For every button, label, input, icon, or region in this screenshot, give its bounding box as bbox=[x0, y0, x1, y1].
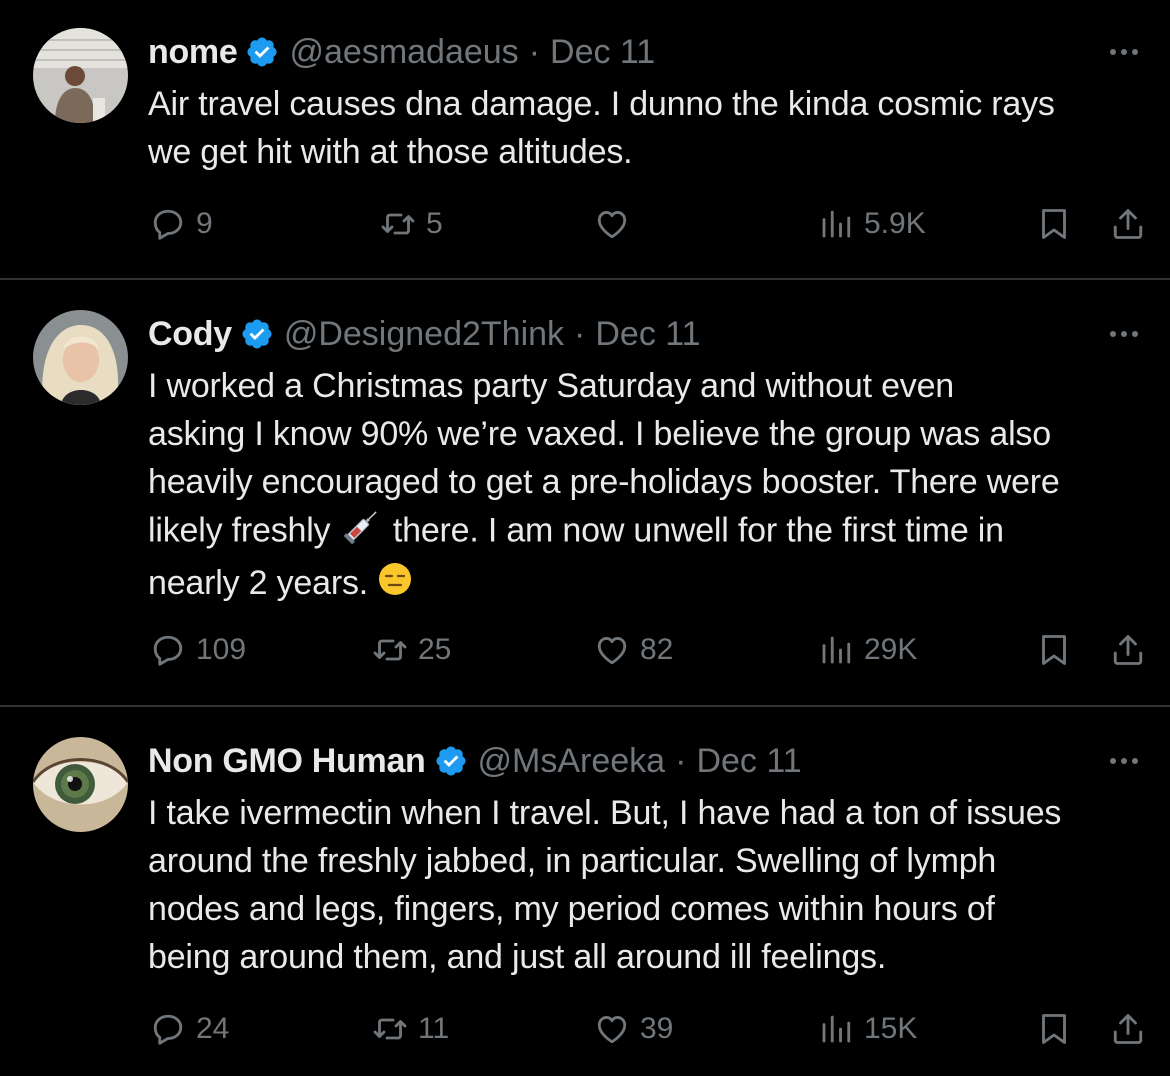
reply-count: 24 bbox=[196, 1012, 230, 1045]
avatar[interactable] bbox=[33, 737, 128, 832]
retweet-count: 5 bbox=[426, 207, 443, 240]
tweet-text-line: around the freshly jabbed, in particular… bbox=[148, 842, 997, 880]
view-count: 5.9K bbox=[864, 207, 926, 240]
view-count: 29K bbox=[864, 633, 918, 666]
bookmark-icon bbox=[1036, 206, 1072, 242]
tweet-header: nome @aesmadaeus · Dec 11 bbox=[148, 32, 655, 72]
display-name[interactable]: nome bbox=[148, 33, 238, 72]
user-handle[interactable]: @Designed2Think bbox=[284, 315, 564, 354]
tweet-date[interactable]: Dec 11 bbox=[595, 315, 700, 354]
views-icon bbox=[818, 632, 854, 668]
reply-button[interactable]: 109 bbox=[150, 632, 246, 668]
like-button[interactable]: 82 bbox=[594, 632, 673, 668]
separator-dot: · bbox=[528, 32, 541, 71]
like-count: 39 bbox=[640, 1012, 674, 1045]
tweet-text-fragment: there. I am now unwell for the first tim… bbox=[392, 511, 1004, 550]
like-button[interactable]: 39 bbox=[594, 1011, 673, 1047]
more-icon[interactable] bbox=[1110, 42, 1146, 62]
tweet-actions: 9 5 5.9K bbox=[0, 206, 1170, 250]
tweet-header: Cody @Designed2Think · Dec 11 bbox=[148, 314, 701, 354]
views-button[interactable]: 15K bbox=[818, 1011, 917, 1047]
tweet-text-fragment: likely freshly bbox=[148, 511, 331, 550]
tweet-actions: 24 11 39 15K bbox=[0, 1011, 1170, 1055]
bookmark-button[interactable] bbox=[1036, 1011, 1072, 1047]
tweet-text: Air travel causes dna damage. I dunno th… bbox=[148, 80, 1158, 176]
bookmark-icon bbox=[1036, 1011, 1072, 1047]
retweet-button[interactable]: 25 bbox=[372, 632, 451, 668]
tweet-text-fragment: nearly 2 years. bbox=[148, 564, 368, 602]
tweet-text-line: heavily encouraged to get a pre-holidays… bbox=[148, 463, 1060, 501]
bookmark-icon bbox=[1036, 632, 1072, 668]
tweet-text-line: I worked a Christmas party Saturday and … bbox=[148, 367, 954, 405]
view-count: 15K bbox=[864, 1012, 918, 1045]
like-count: 82 bbox=[640, 633, 674, 666]
tweet-date[interactable]: Dec 11 bbox=[696, 742, 801, 781]
retweet-icon bbox=[372, 1011, 408, 1047]
share-button[interactable] bbox=[1110, 632, 1146, 668]
reply-count: 9 bbox=[196, 207, 213, 240]
heart-icon bbox=[594, 206, 630, 242]
views-icon bbox=[818, 206, 854, 242]
tweet-text-line: asking I know 90% we’re vaxed. I believe… bbox=[148, 415, 1051, 453]
separator-dot: · bbox=[675, 741, 687, 780]
verified-badge-icon bbox=[434, 744, 468, 778]
reply-count: 109 bbox=[196, 633, 247, 666]
retweet-button[interactable]: 5 bbox=[380, 206, 443, 242]
tweet-text-line: I take ivermectin when I travel. But, I … bbox=[148, 794, 1062, 832]
more-icon[interactable] bbox=[1110, 751, 1146, 771]
verified-badge-icon bbox=[245, 35, 279, 69]
reply-icon bbox=[150, 1011, 186, 1047]
views-button[interactable]: 5.9K bbox=[818, 206, 926, 242]
bookmark-button[interactable] bbox=[1036, 632, 1072, 668]
views-button[interactable]: 29K bbox=[818, 632, 917, 668]
retweet-count: 11 bbox=[418, 1012, 450, 1045]
share-icon bbox=[1110, 206, 1146, 242]
share-button[interactable] bbox=[1110, 1011, 1146, 1047]
bookmark-button[interactable] bbox=[1036, 206, 1072, 242]
more-icon[interactable] bbox=[1110, 324, 1146, 344]
tweet-text-line: nearly 2 years. bbox=[148, 559, 1158, 610]
heart-icon bbox=[594, 632, 630, 668]
tweet-text: I take ivermectin when I travel. But, I … bbox=[148, 789, 1158, 981]
tweet-text-line: likely freshly there. I am now unwell fo… bbox=[148, 506, 1158, 559]
tweet[interactable]: nome @aesmadaeus · Dec 11 Air travel cau… bbox=[0, 0, 1170, 280]
tweet-text-line: we get hit with at those altitudes. bbox=[148, 133, 633, 171]
retweet-button[interactable]: 11 bbox=[372, 1011, 449, 1047]
avatar[interactable] bbox=[33, 310, 128, 405]
share-icon bbox=[1110, 1011, 1146, 1047]
user-handle[interactable]: @MsAreeka bbox=[478, 742, 666, 781]
user-handle[interactable]: @aesmadaeus bbox=[289, 33, 518, 72]
avatar[interactable] bbox=[33, 28, 128, 123]
tweet[interactable]: Cody @Designed2Think · Dec 11 I worked a… bbox=[0, 280, 1170, 706]
reply-icon bbox=[150, 632, 186, 668]
reply-button[interactable]: 9 bbox=[150, 206, 213, 242]
views-icon bbox=[818, 1011, 854, 1047]
tweet-text: I worked a Christmas party Saturday and … bbox=[148, 362, 1158, 610]
tweet-text-line: being around them, and just all around i… bbox=[148, 938, 887, 976]
heart-icon bbox=[594, 1011, 630, 1047]
tweet-header: Non GMO Human @MsAreeka · Dec 11 bbox=[148, 741, 802, 781]
like-button[interactable] bbox=[594, 206, 640, 242]
retweet-count: 25 bbox=[418, 633, 452, 666]
retweet-icon bbox=[380, 206, 416, 242]
tweet-text-line: Air travel causes dna damage. I dunno th… bbox=[148, 85, 1055, 123]
tweet[interactable]: Non GMO Human @MsAreeka · Dec 11 I take … bbox=[0, 707, 1170, 1076]
tweet-date[interactable]: Dec 11 bbox=[550, 33, 655, 72]
retweet-icon bbox=[372, 632, 408, 668]
reply-button[interactable]: 24 bbox=[150, 1011, 229, 1047]
display-name[interactable]: Cody bbox=[148, 315, 232, 354]
share-button[interactable] bbox=[1110, 206, 1146, 242]
share-icon bbox=[1110, 632, 1146, 668]
tweet-text-line: nodes and legs, fingers, my period comes… bbox=[148, 890, 995, 928]
syringe-emoji bbox=[340, 506, 384, 559]
tweet-actions: 109 25 82 29K bbox=[0, 632, 1170, 676]
expressionless-face-emoji bbox=[377, 561, 413, 610]
reply-icon bbox=[150, 206, 186, 242]
separator-dot: · bbox=[574, 314, 586, 353]
display-name[interactable]: Non GMO Human bbox=[148, 742, 426, 781]
verified-badge-icon bbox=[240, 317, 274, 351]
